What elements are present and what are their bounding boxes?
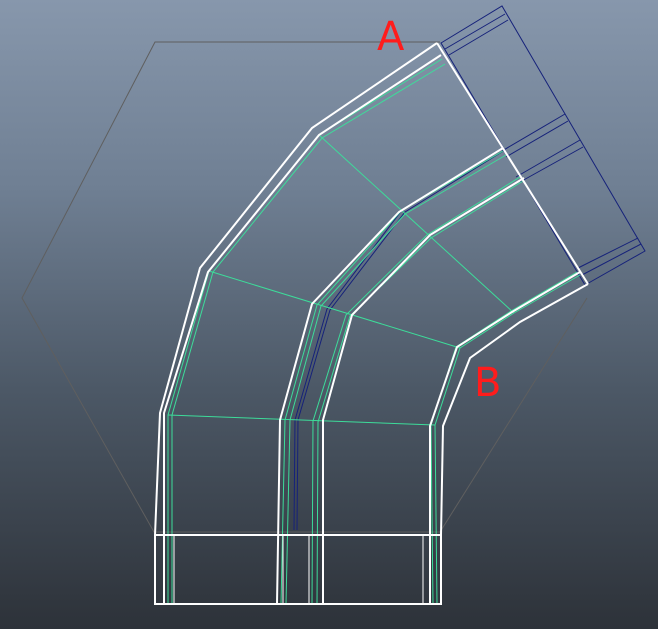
label-a: A: [377, 14, 405, 60]
label-b: B: [474, 360, 501, 406]
3d-viewport[interactable]: A B: [0, 0, 658, 629]
pipe-elbow-outline[interactable]: [154, 42, 589, 605]
outline-flange-lines: [173, 535, 424, 604]
reference-hexagon: [21, 41, 588, 533]
inner-edge-loops: [167, 58, 581, 605]
wireframe-scene[interactable]: A B: [0, 0, 658, 629]
